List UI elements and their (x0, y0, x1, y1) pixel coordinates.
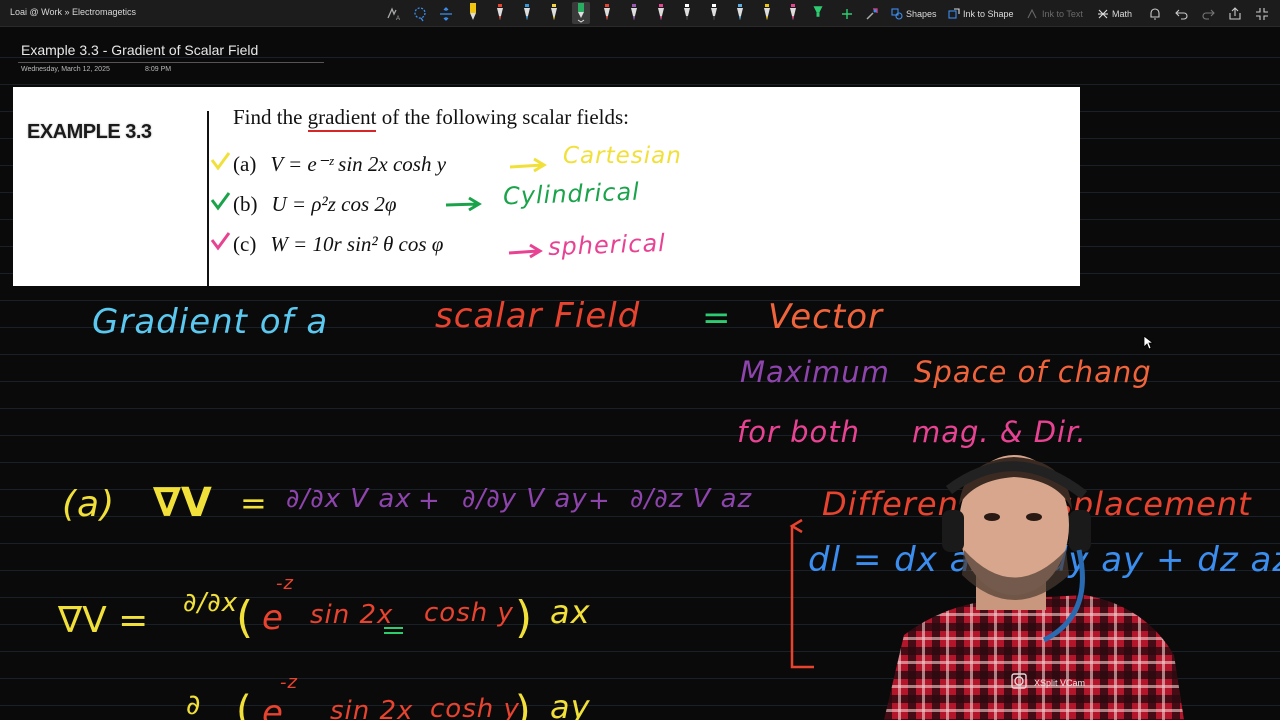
check-b-mark (210, 192, 231, 211)
ink-nabla-v: ∇V (153, 480, 212, 526)
ink-mag-dir: mag. & Dir. (912, 415, 1087, 449)
ink-line2-exponent: -z (276, 573, 294, 594)
ink-line3-sin: sin 2x (330, 696, 414, 720)
undo-icon[interactable] (1175, 4, 1189, 24)
ink-line3-ay: ay (550, 688, 591, 720)
ink-open-paren: ( (236, 592, 254, 643)
ink-spherical: spherical (547, 228, 667, 262)
ink-line2-ax: ax (550, 593, 591, 631)
ink-term-z: ∂/∂z V az (630, 484, 753, 514)
pen-lightyellow-icon[interactable] (548, 2, 560, 24)
ink-equal-sign: = (240, 484, 267, 522)
ink-vector: Vector (768, 297, 883, 337)
pen-blue-icon[interactable] (521, 2, 533, 24)
fullscreen-icon[interactable] (1255, 4, 1269, 24)
ink-line3-derivative: ∂ (186, 688, 202, 720)
ink-equals: = (702, 298, 731, 338)
pen-pink-icon[interactable] (655, 2, 667, 24)
lasso-select-icon[interactable]: A (386, 4, 402, 24)
ink-cylindrical: Cylindrical (502, 177, 641, 211)
ink-to-text-label: Ink to Text (1042, 9, 1083, 19)
example-image[interactable]: EXAMPLE 3.3 Find the gradient of the fol… (13, 87, 1080, 286)
notebook-breadcrumb[interactable]: Loai @ Work » Electromagetics (10, 7, 136, 17)
ink-space-of-change: Space of chang (914, 355, 1152, 389)
mouse-cursor-icon (1143, 335, 1155, 350)
webcam-eye-left (984, 513, 1000, 521)
page-title[interactable]: Example 3.3 - Gradient of Scalar Field (21, 42, 258, 58)
add-space-icon[interactable] (438, 4, 454, 24)
share-icon[interactable] (1228, 4, 1242, 24)
arrow-b (445, 196, 482, 212)
bell-icon[interactable] (1148, 4, 1162, 24)
title-underline (18, 62, 324, 63)
highlighter-green-icon[interactable] (812, 2, 824, 24)
math-button[interactable]: Math (1097, 4, 1132, 24)
ink-close-paren: ) (515, 592, 533, 643)
ink-for-both: for both (737, 415, 860, 449)
page-date: Wednesday, March 12, 2025 (21, 66, 110, 73)
ink-gradient-of-a: Gradient of a (92, 302, 329, 342)
ink-bracket (789, 518, 814, 669)
shapes-label: Shapes (906, 9, 937, 19)
check-c-mark (210, 232, 231, 251)
ink-replay-icon[interactable] (864, 4, 880, 24)
ink-to-shape-button[interactable]: Ink to Shape (948, 4, 1014, 24)
ink-line2-derivative: ∂/∂x (183, 588, 239, 618)
add-pen-icon[interactable] (840, 4, 854, 24)
ink-plus-2: + (588, 486, 610, 516)
ink-line3-cosh: cosh y (430, 694, 520, 720)
pen-gold-icon[interactable] (761, 2, 773, 24)
pen-red-icon[interactable] (494, 2, 506, 24)
ink-term-x: ∂/∂x V ax (286, 484, 412, 514)
ink-line3-exponent: -z (280, 672, 298, 693)
pen-green-selected-icon[interactable] (572, 2, 590, 24)
redo-icon[interactable] (1201, 4, 1215, 24)
ink-to-text-icon (1027, 8, 1037, 19)
shapes-icon (891, 8, 903, 20)
ink-line2-e: e (262, 598, 284, 638)
ink-line3-open-paren: ( (236, 688, 252, 720)
pen-white2-icon[interactable] (708, 2, 720, 24)
arrow-c (508, 243, 543, 259)
ink-green-underline (384, 627, 403, 634)
ink-line3-e: e (262, 693, 284, 720)
ink-scalar-field: scalar Field (435, 296, 641, 336)
webcam-shirt (884, 595, 1184, 720)
pen-galaxy-icon[interactable] (787, 2, 799, 24)
lasso-icon[interactable] (412, 4, 428, 24)
check-a-mark (210, 152, 231, 171)
math-icon (1098, 9, 1108, 19)
ink-plus-1: + (418, 486, 440, 516)
ink-term-y: ∂/∂y V ay (462, 484, 588, 514)
pen-white-icon[interactable] (681, 2, 693, 24)
pen-lightblue-icon[interactable] (734, 2, 746, 24)
title-toolbar: Loai @ Work » Electromagetics A Shapes I… (0, 0, 1280, 27)
webcam-eye-right (1026, 513, 1042, 521)
pen-red2-icon[interactable] (601, 2, 613, 24)
pen-yellow-icon[interactable] (467, 2, 479, 24)
ink-line2-lhs: ∇V = (58, 600, 149, 641)
webcam-headset-left (942, 510, 964, 552)
page-time: 8:09 PM (145, 66, 172, 73)
webcam-headset-right (1069, 510, 1091, 552)
svg-text:A: A (396, 16, 400, 22)
ink-part-a: (a) (62, 484, 116, 525)
pen-purple-icon[interactable] (628, 2, 640, 24)
ink-line3-close-paren: ) (515, 688, 531, 720)
ink-line2-sin: sin 2x (310, 600, 394, 630)
arrow-a (509, 157, 547, 173)
math-label: Math (1112, 9, 1133, 19)
ink-to-text-button[interactable]: Ink to Text (1027, 4, 1083, 24)
webcam-label: XSplit VCam (1034, 678, 1086, 688)
ink-cartesian: Cartesian (563, 143, 682, 169)
shapes-button[interactable]: Shapes (891, 4, 937, 24)
ink-maximum: Maximum (740, 355, 890, 389)
ink-to-shape-icon (948, 8, 960, 19)
ink-to-shape-label: Ink to Shape (963, 9, 1014, 19)
ink-line2-cosh: cosh y (424, 598, 514, 628)
